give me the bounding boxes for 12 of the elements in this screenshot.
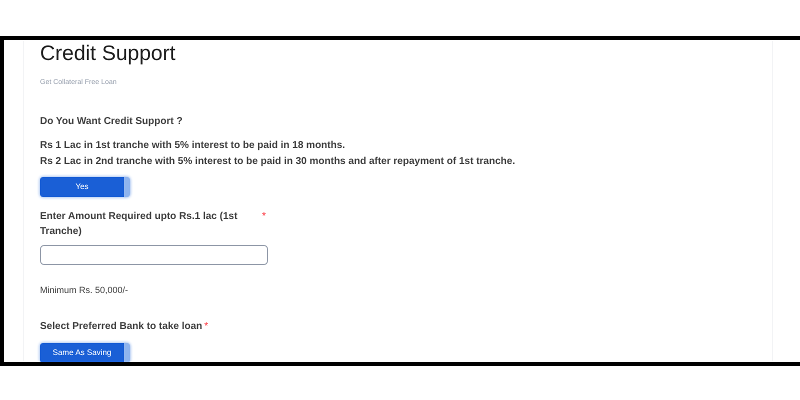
- page-title: Credit Support: [40, 41, 176, 67]
- required-mark: *: [204, 321, 208, 332]
- required-mark: *: [262, 210, 266, 224]
- yes-toggle[interactable]: Yes: [40, 177, 130, 197]
- bank-toggle[interactable]: Same As Saving: [40, 343, 130, 362]
- amount-input[interactable]: [40, 245, 268, 265]
- bank-label: Select Preferred Bank to take loan: [40, 321, 202, 332]
- amount-label: Enter Amount Required upto Rs.1 lac (1st Tranche): [40, 210, 238, 239]
- hint-text: Minimum Rs. 50,000/-: [40, 285, 128, 295]
- terms-text: Rs 1 Lac in 1st tranche with 5% interest to be paid in 18 months.: [40, 139, 346, 153]
- terms-text: Rs 2 Lac in 2nd tranche with 5% interest to be paid in 30 months and after repayment of 1st tranche.: [40, 155, 516, 169]
- question-label: Do You Want Credit Support ?: [40, 116, 183, 127]
